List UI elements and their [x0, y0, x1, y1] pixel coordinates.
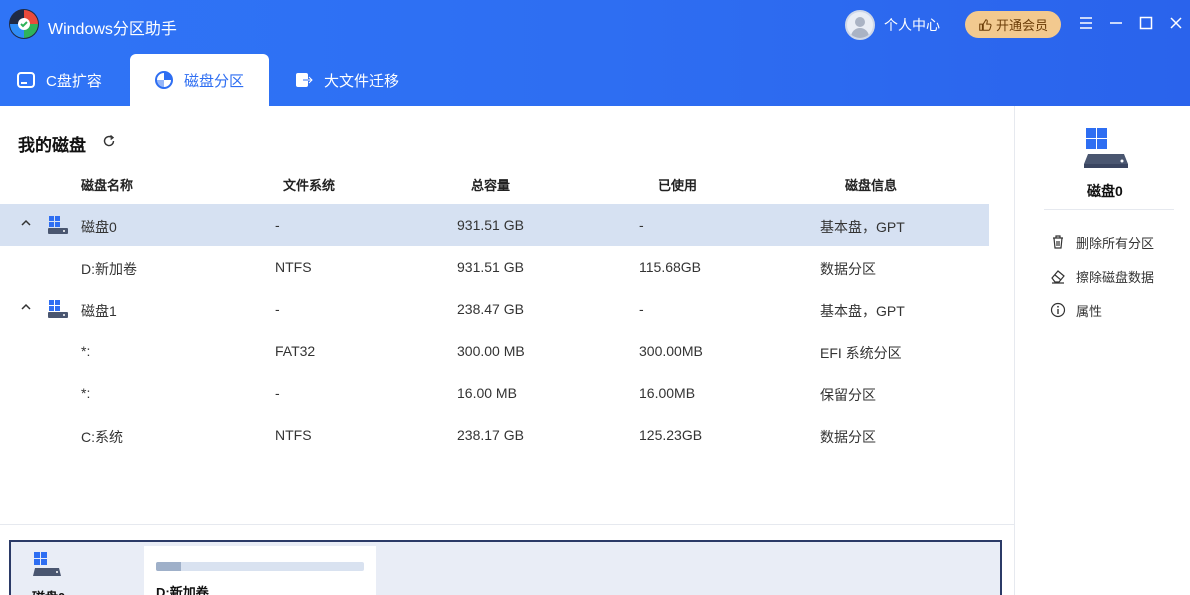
tab-disk-partition[interactable]: 磁盘分区	[130, 54, 269, 106]
title-bar: Windows分区助手 个人中心 开通会员 C盘扩容 磁盘分区 大文件迁移	[0, 0, 1190, 106]
minimize-button[interactable]	[1107, 14, 1125, 32]
disk-info: 基本盘，GPT	[820, 303, 905, 319]
partition-name: D:新加卷	[81, 261, 137, 277]
partition-usage-bar	[156, 562, 364, 571]
tab-label: 大文件迁移	[324, 72, 400, 90]
total-capacity: 16.00 MB	[457, 385, 517, 401]
eraser-icon	[1051, 270, 1065, 284]
disk-map: 磁盘0 D:新加卷	[9, 540, 1002, 595]
table-row-partition[interactable]: C:系统 NTFS 238.17 GB 125.23GB 数据分区	[0, 414, 989, 456]
used-capacity: -	[639, 301, 644, 317]
delete-all-partitions-button[interactable]: 删除所有分区	[1050, 232, 1154, 252]
info-icon	[1050, 302, 1066, 318]
partition-info: EFI 系统分区	[820, 345, 902, 361]
user-center-link[interactable]: 个人中心	[884, 15, 940, 35]
menu-button[interactable]	[1077, 14, 1095, 32]
tab-large-file-migration[interactable]: 大文件迁移	[294, 54, 399, 106]
used-capacity: -	[639, 217, 644, 233]
app-title: Windows分区助手	[48, 21, 177, 38]
table-row-partition[interactable]: *: FAT32 300.00 MB 300.00MB EFI 系统分区	[0, 330, 989, 372]
total-capacity: 300.00 MB	[457, 343, 525, 359]
action-label: 删除所有分区	[1076, 235, 1155, 251]
column-header-used: 已使用	[658, 178, 698, 193]
used-capacity: 300.00MB	[639, 343, 703, 359]
thumbs-up-icon	[979, 18, 992, 31]
file-system: -	[275, 217, 280, 233]
used-capacity: 16.00MB	[639, 385, 696, 401]
used-capacity: 125.23GB	[639, 427, 703, 443]
partition-name: *:	[81, 343, 91, 359]
column-header-total-capacity: 总容量	[471, 178, 511, 193]
partition-info: 数据分区	[820, 261, 876, 277]
partition-info: 保留分区	[820, 387, 876, 403]
tab-label: C盘扩容	[46, 72, 102, 90]
chevron-up-icon[interactable]	[19, 216, 33, 230]
table-row-partition[interactable]: *: - 16.00 MB 16.00MB 保留分区	[0, 372, 989, 414]
disk-icon	[48, 300, 68, 318]
total-capacity: 931.51 GB	[457, 259, 524, 275]
disk-name: 磁盘0	[81, 219, 117, 235]
divider	[0, 524, 1014, 525]
menu-icon	[1080, 17, 1092, 29]
divider	[1044, 209, 1174, 210]
wipe-disk-data-button[interactable]: 擦除磁盘数据	[1050, 266, 1154, 286]
disk-info: 基本盘，GPT	[820, 219, 905, 235]
file-system: -	[275, 385, 280, 401]
chevron-up-icon[interactable]	[19, 300, 33, 314]
vip-button[interactable]: 开通会员	[965, 11, 1061, 38]
vip-button-label: 开通会员	[995, 18, 1048, 33]
disk-icon	[1084, 128, 1128, 168]
minimize-icon	[1110, 22, 1122, 24]
trash-icon	[1053, 235, 1063, 249]
tab-c-drive-expand[interactable]: C盘扩容	[16, 54, 102, 106]
disk-map-disk[interactable]: 磁盘0	[11, 542, 143, 595]
selected-disk-name: 磁盘0	[1087, 183, 1123, 199]
user-avatar[interactable]	[845, 10, 875, 40]
column-header-file-system: 文件系统	[283, 178, 336, 193]
table-row-partition[interactable]: D:新加卷 NTFS 931.51 GB 115.68GB 数据分区	[0, 246, 989, 288]
total-capacity: 238.47 GB	[457, 301, 524, 317]
divider	[1014, 106, 1015, 595]
partition-name: D:新加卷	[156, 585, 209, 595]
total-capacity: 931.51 GB	[457, 217, 524, 233]
file-system: -	[275, 301, 280, 317]
column-header-disk-info: 磁盘信息	[845, 178, 898, 193]
disk-icon	[48, 216, 68, 234]
table-row-disk-1[interactable]: 磁盘1 - 238.47 GB - 基本盘，GPT	[0, 288, 989, 330]
refresh-icon[interactable]	[102, 134, 116, 148]
action-label: 属性	[1076, 303, 1103, 319]
file-system: FAT32	[275, 343, 316, 359]
close-icon	[1170, 17, 1182, 29]
partition-name: C:系统	[81, 429, 123, 445]
page-title: 我的磁盘	[18, 136, 86, 155]
disk-name: 磁盘1	[81, 303, 117, 319]
close-button[interactable]	[1167, 14, 1185, 32]
maximize-icon	[1139, 16, 1153, 30]
file-system: NTFS	[275, 259, 312, 275]
pie-chart-icon	[155, 71, 173, 89]
action-label: 擦除磁盘数据	[1076, 269, 1155, 285]
disk-map-disk-name: 磁盘0	[32, 587, 65, 595]
app-logo-icon	[9, 9, 39, 39]
partition-name: *:	[81, 385, 91, 401]
partition-usage-fill	[156, 562, 181, 571]
disk-map-partition[interactable]: D:新加卷	[144, 546, 376, 595]
column-header-disk-name: 磁盘名称	[81, 178, 134, 193]
used-capacity: 115.68GB	[639, 259, 702, 275]
properties-button[interactable]: 属性	[1050, 300, 1102, 320]
file-system: NTFS	[275, 427, 312, 443]
tab-label: 磁盘分区	[184, 72, 245, 90]
disk-icon	[33, 552, 61, 576]
maximize-button[interactable]	[1137, 14, 1155, 32]
table-row-disk-0[interactable]: 磁盘0 - 931.51 GB - 基本盘，GPT	[0, 204, 989, 246]
partition-info: 数据分区	[820, 429, 876, 445]
total-capacity: 238.17 GB	[457, 427, 524, 443]
drive-icon	[17, 72, 35, 88]
file-transfer-icon	[296, 73, 314, 87]
